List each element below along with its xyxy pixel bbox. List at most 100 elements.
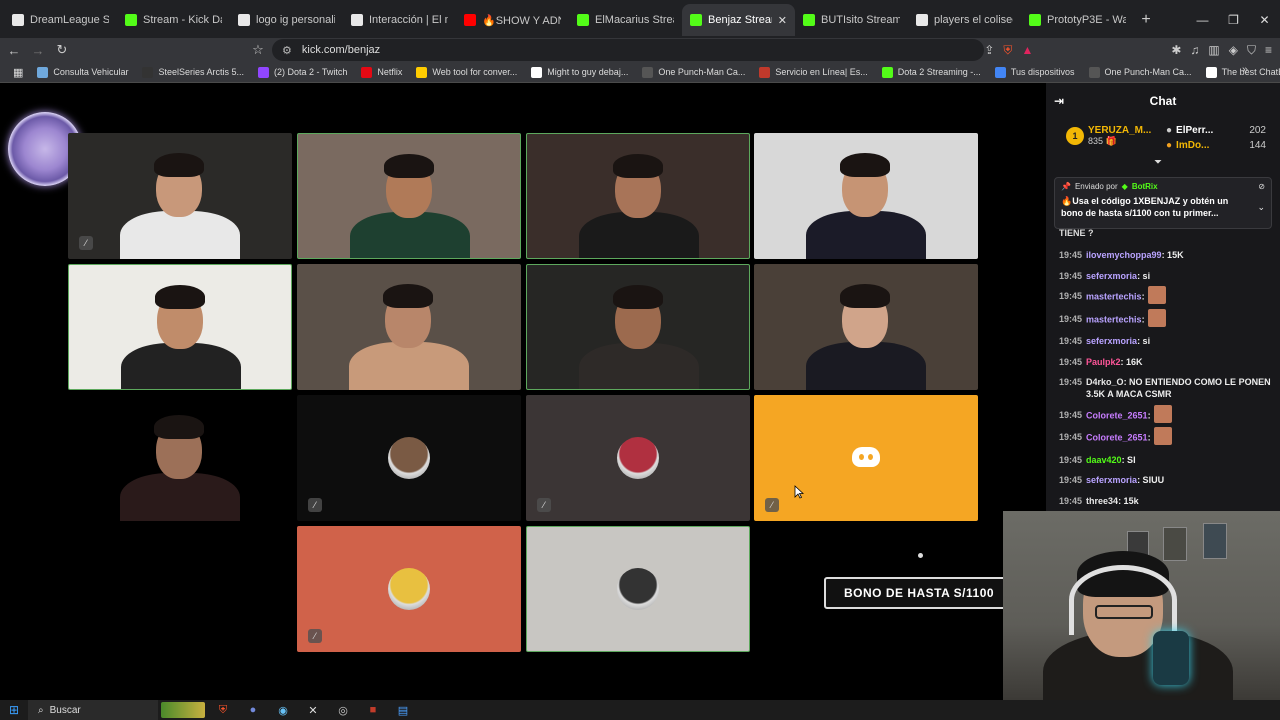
participant-tile[interactable] <box>526 264 750 390</box>
chat-message[interactable]: 19:45 ilovemychoppa99: 15K <box>1059 249 1271 261</box>
chat-message[interactable]: 19:45 mastertechis: <box>1059 308 1271 327</box>
bookmark-item[interactable]: SteelSeries Arctis 5... <box>135 66 251 78</box>
chat-message[interactable]: 19:45 Colorete_2651: <box>1059 427 1271 445</box>
message-username[interactable]: Paulpk2 <box>1086 357 1121 367</box>
minimize-icon[interactable]: — <box>1187 0 1218 40</box>
browser-tab[interactable]: PrototyP3E - Watch th <box>1021 4 1134 36</box>
stream-view[interactable]: ⁄ ⁄ ⁄ ⁄ ⁄ BONO DE HASTA S/1100 ⇥ Chat 1 YERU… <box>0 83 1280 700</box>
participant-tile[interactable] <box>754 133 978 259</box>
participant-tile[interactable] <box>754 264 978 390</box>
browser-tab[interactable]: logo ig personalizado <box>230 4 343 36</box>
message-username[interactable]: seferxmoria <box>1086 475 1137 485</box>
browser-tab[interactable]: Benjaz Stream ✕ <box>682 4 795 36</box>
chat-message[interactable]: 19:45 daav420: SI <box>1059 454 1271 466</box>
brave-taskbar-icon[interactable]: ⛨ <box>208 700 238 720</box>
rewards-icon[interactable]: ▲ <box>1021 43 1033 58</box>
message-username[interactable]: daav420 <box>1086 455 1122 465</box>
obs-taskbar-icon[interactable]: ✕ <box>298 700 328 720</box>
chat-message[interactable]: 19:45 seferxmoria: si <box>1059 270 1271 282</box>
close-tab-icon[interactable]: ✕ <box>778 14 787 27</box>
bookmark-star-icon[interactable]: ☆ <box>248 42 268 58</box>
participant-tile[interactable]: ⁄ <box>297 395 521 521</box>
participant-tile[interactable] <box>297 264 521 390</box>
bookmark-item[interactable]: Might to guy debaj... <box>524 66 635 78</box>
taskbar-search[interactable]: ⌕ Buscar <box>28 700 158 720</box>
bookmark-item[interactable]: Netflix <box>354 66 409 78</box>
steam-taskbar-icon[interactable]: ◉ <box>268 700 298 720</box>
message-username[interactable]: mastertechis <box>1086 314 1142 324</box>
participant-tile[interactable] <box>68 264 292 390</box>
chat-message[interactable]: 19:45 seferxmoria: SIUU <box>1059 474 1271 486</box>
browser-tab[interactable]: Stream - Kick Dashboard <box>117 4 230 36</box>
bookmarks-overflow-icon[interactable]: » <box>1242 64 1248 76</box>
bookmark-item[interactable]: The best ChatBot an... <box>1199 66 1280 78</box>
participant-tile[interactable]: ⁄ <box>754 395 978 521</box>
windows-start-icon[interactable]: ⊞ <box>0 703 28 717</box>
unpin-icon[interactable]: ⊘ <box>1258 182 1265 191</box>
message-username[interactable]: ilovemychoppa99 <box>1086 250 1162 260</box>
close-window-icon[interactable]: ✕ <box>1249 0 1280 40</box>
discord-taskbar-icon[interactable]: ● <box>238 700 268 720</box>
message-username[interactable]: Colorete_2651 <box>1086 410 1148 420</box>
participant-tile[interactable] <box>297 133 521 259</box>
participant-tile[interactable] <box>526 526 750 652</box>
bookmark-item[interactable]: One Punch-Man Ca... <box>1082 66 1199 78</box>
participant-tile[interactable] <box>526 133 750 259</box>
brave-shield-icon[interactable]: ⛨ <box>1003 43 1012 58</box>
chat-message[interactable]: 19:45 Colorete_2651: <box>1059 404 1271 423</box>
leader-2[interactable]: ● ElPerr... 202 <box>1166 125 1266 136</box>
leader-3[interactable]: ● ImDo... 144 <box>1166 140 1266 151</box>
browser-tab[interactable]: players el coliseo de b <box>908 4 1021 36</box>
message-username[interactable]: seferxmoria <box>1086 271 1137 281</box>
message-username[interactable]: D4rko_O <box>1086 377 1124 387</box>
browser-tab[interactable]: DreamLeague Season <box>4 4 117 36</box>
bookmark-item[interactable]: Consulta Vehicular <box>30 66 135 78</box>
address-bar[interactable]: ⚙ kick.com/benjaz <box>272 39 984 61</box>
forward-icon[interactable]: → <box>28 43 48 58</box>
message-username[interactable]: mastertechis <box>1086 291 1142 301</box>
chat-message[interactable]: 19:45 mastertechis: <box>1059 286 1271 304</box>
browser-tab[interactable]: 🔥SHOW Y ADN🔥SM <box>456 4 569 36</box>
browser-tab[interactable]: Interacción | El mejor s <box>343 4 456 36</box>
share-icon[interactable]: ⇪ <box>984 43 994 58</box>
bookmark-item[interactable]: Servicio en Línea| Es... <box>752 66 874 78</box>
bookmark-item[interactable]: (2) Dota 2 - Twitch <box>251 66 354 78</box>
bookmark-item[interactable]: Tus dispositivos <box>988 66 1082 78</box>
participant-tile[interactable] <box>68 395 292 521</box>
sidebar-icon[interactable]: ▥ <box>1208 43 1219 58</box>
message-username[interactable]: three34 <box>1086 496 1118 506</box>
widgets-icon[interactable] <box>158 700 208 720</box>
pinned-message[interactable]: 📌 Enviado por ◆ BotRix ⊘ 🔥Usa el código … <box>1054 177 1272 229</box>
media-icon[interactable]: ♫ <box>1190 43 1199 58</box>
new-tab-icon[interactable]: + <box>1134 11 1158 29</box>
bookmark-item[interactable]: One Punch-Man Ca... <box>635 66 752 78</box>
extensions-icon[interactable]: ✱ <box>1171 43 1181 58</box>
browser-tab[interactable]: BUTIsito Stream - Wat <box>795 4 908 36</box>
expand-pinned-icon[interactable]: ⌄ <box>1257 202 1265 213</box>
dota-taskbar-icon[interactable]: ■ <box>358 700 388 720</box>
menu-icon[interactable]: ≡ <box>1265 43 1272 58</box>
back-icon[interactable]: ← <box>4 43 24 58</box>
vpn-icon[interactable]: ⛉ <box>1247 43 1256 58</box>
bookmark-item[interactable]: Dota 2 Streaming -... <box>875 66 988 78</box>
app-taskbar-icon[interactable]: ◎ <box>328 700 358 720</box>
chat-message[interactable]: 19:45 three34: 15k <box>1059 495 1271 507</box>
chat-message[interactable]: 19:45 Paulpk2: 16K <box>1059 356 1271 368</box>
apps-icon[interactable]: ▦ <box>6 66 30 79</box>
chat-message[interactable]: 19:45 D4rko_O: NO ENTIENDO COMO LE PONEN … <box>1059 376 1271 400</box>
message-username[interactable]: seferxmoria <box>1086 336 1137 346</box>
restore-icon[interactable]: ❐ <box>1218 0 1249 40</box>
participant-tile[interactable]: ⁄ <box>297 526 521 652</box>
participant-tile[interactable]: ⁄ <box>526 395 750 521</box>
calculator-taskbar-icon[interactable]: ▤ <box>388 700 418 720</box>
filter-icon[interactable]: ⏷ <box>1154 157 1162 168</box>
message-username[interactable]: Colorete_2651 <box>1086 432 1148 442</box>
bookmark-item[interactable]: Web tool for conver... <box>409 66 524 78</box>
wallet-icon[interactable]: ◈ <box>1229 43 1238 58</box>
participant-tile[interactable]: ⁄ <box>68 133 292 259</box>
leader-1-name[interactable]: YERUZA_M... <box>1088 125 1151 136</box>
chat-message[interactable]: 19:45 seferxmoria: si <box>1059 335 1271 347</box>
reload-icon[interactable]: ↻ <box>52 42 72 58</box>
site-info-icon[interactable]: ⚙ <box>282 44 292 57</box>
collapse-chat-icon[interactable]: ⇥ <box>1054 94 1064 108</box>
